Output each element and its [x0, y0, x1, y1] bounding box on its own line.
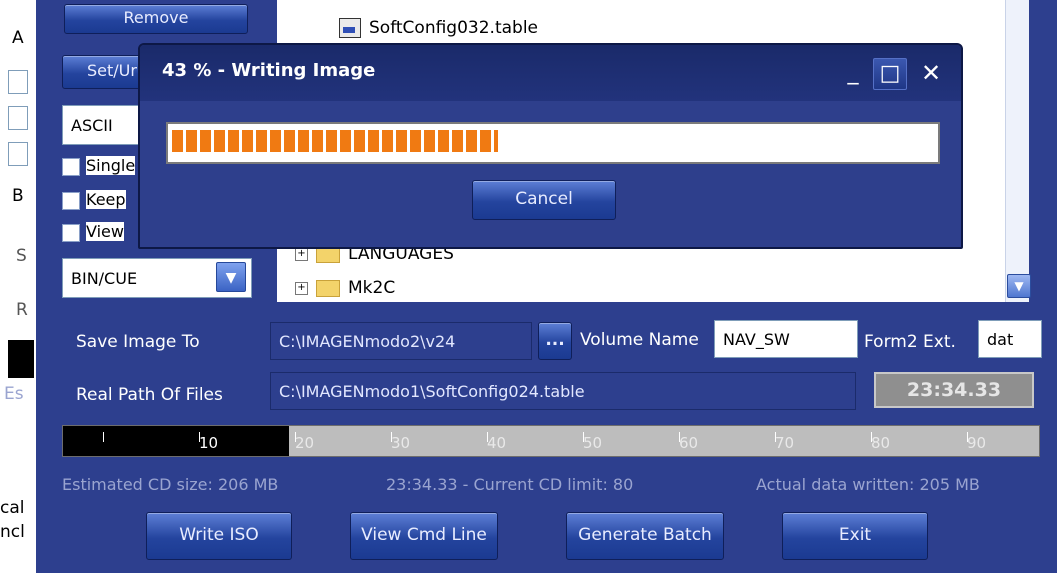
ruler-label: 40	[487, 434, 507, 452]
image-format-value: BIN/CUE	[71, 268, 138, 288]
save-image-path[interactable]: C:\IMAGENmodo2\v24	[270, 322, 532, 360]
form2-label: Form2 Ext.	[864, 332, 956, 352]
dark-fragment	[8, 340, 34, 378]
field-fragment	[8, 106, 28, 130]
volume-name-input[interactable]: NAV_SW	[714, 320, 858, 358]
close-icon[interactable]: ✕	[915, 58, 947, 88]
ruler-label: 20	[295, 434, 315, 452]
real-path-label: Real Path Of Files	[76, 385, 223, 405]
chevron-down-icon[interactable]: ▼	[216, 262, 246, 292]
tree-item-file[interactable]: SoftConfig032.table	[339, 18, 538, 38]
checkbox-box[interactable]	[62, 223, 80, 242]
tree-item-folder[interactable]: + Mk2C	[295, 278, 395, 298]
ruler-label: 90	[967, 434, 987, 452]
estimated-size-text: Estimated CD size: 206 MB	[62, 475, 279, 494]
fragment-text: Es	[4, 384, 24, 404]
checkbox-label: Single	[86, 156, 136, 175]
cd-limit-text: 23:34.33 - Current CD limit: 80	[386, 475, 634, 494]
ruler-tick	[103, 432, 104, 442]
fragment-text: cal	[0, 498, 25, 518]
checkbox-label: Keep	[86, 190, 126, 209]
checkbox-keep[interactable]: Keep	[62, 190, 126, 210]
save-image-label: Save Image To	[76, 332, 200, 352]
checkbox-view[interactable]: View	[62, 222, 124, 242]
exit-button[interactable]: Exit	[782, 512, 928, 560]
ruler-label: 70	[775, 434, 795, 452]
tree-item-label: SoftConfig032.table	[369, 18, 538, 38]
ruler-filled	[63, 426, 289, 456]
maximize-icon[interactable]: □	[873, 58, 907, 90]
field-fragment	[8, 70, 28, 94]
checkbox-box[interactable]	[62, 191, 80, 210]
checkbox-label: View	[86, 222, 124, 241]
writing-image-dialog: 43 % - Writing Image _ □ ✕ Cancel	[138, 43, 963, 249]
checkbox-box[interactable]	[62, 157, 80, 176]
field-fragment	[8, 142, 28, 166]
fragment-text: A	[12, 28, 24, 48]
fragment-text: B	[12, 186, 24, 206]
progress-fill	[172, 130, 498, 152]
form2-input[interactable]: dat	[978, 320, 1042, 358]
data-written-text: Actual data written: 205 MB	[756, 475, 980, 494]
cd-capacity-ruler: 10 20 30 40 50 60 70 80 90	[62, 425, 1040, 457]
scroll-down-icon[interactable]: ▼	[1007, 274, 1031, 298]
expand-icon[interactable]: +	[295, 247, 308, 261]
volume-name-label: Volume Name	[580, 330, 699, 350]
fragment-text: ncl	[0, 522, 25, 542]
real-path-field: C:\IMAGENmodo1\SoftConfig024.table	[270, 372, 856, 410]
cancel-button[interactable]: Cancel	[472, 180, 616, 220]
browse-button[interactable]: ...	[538, 322, 572, 360]
time-display: 23:34.33	[874, 372, 1034, 408]
dialog-title: 43 % - Writing Image	[162, 60, 376, 81]
ruler-label: 60	[679, 434, 699, 452]
generate-batch-button[interactable]: Generate Batch	[566, 512, 724, 560]
ruler-label: 80	[871, 434, 891, 452]
write-iso-button[interactable]: Write ISO	[146, 512, 292, 560]
background-window-strip: A B S R Es cal ncl	[0, 0, 34, 573]
view-cmd-line-button[interactable]: View Cmd Line	[350, 512, 498, 560]
checkbox-single[interactable]: Single	[62, 156, 136, 176]
write-progress-bar	[166, 122, 940, 164]
table-file-icon	[339, 18, 361, 38]
expand-icon[interactable]: +	[295, 281, 308, 295]
folder-icon	[316, 279, 340, 297]
fragment-text: R	[16, 300, 28, 320]
fragment-text: S	[16, 246, 27, 266]
ruler-label: 10	[199, 434, 219, 452]
ruler-label: 50	[583, 434, 603, 452]
tree-item-label: Mk2C	[348, 278, 396, 298]
ruler-label: 30	[391, 434, 411, 452]
tree-scrollbar[interactable]: ▼	[1005, 0, 1031, 302]
dialog-titlebar[interactable]: 43 % - Writing Image _ □ ✕	[140, 45, 961, 101]
remove-button[interactable]: Remove	[64, 4, 248, 34]
minimize-icon[interactable]: _	[837, 58, 869, 88]
